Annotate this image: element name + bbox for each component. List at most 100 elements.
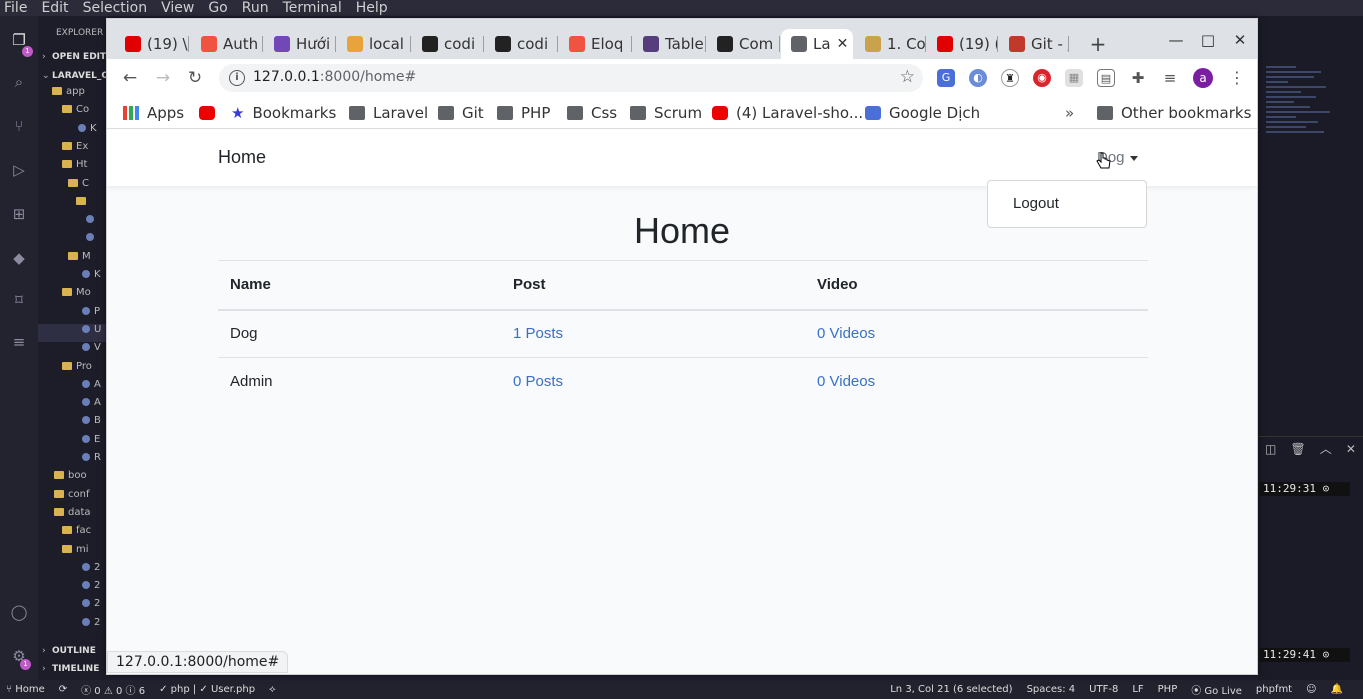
tab[interactable]: Hưới: [264, 29, 336, 59]
problems-status[interactable]: ⓧ 0 ⚠ 0 ⓘ 6: [81, 682, 145, 697]
tree-file[interactable]: 2: [38, 598, 106, 616]
search-icon[interactable]: ⌕: [9, 72, 29, 92]
split-terminal-icon[interactable]: ◫: [1265, 442, 1276, 456]
go-live-button[interactable]: ⦿ Go Live: [1191, 682, 1242, 697]
tree-file[interactable]: R: [38, 452, 106, 470]
navbar-brand[interactable]: Home: [218, 147, 266, 168]
bookmark-google-translate[interactable]: Google Dịch: [865, 103, 980, 123]
tree-folder[interactable]: mi: [38, 544, 106, 562]
menu-edit[interactable]: Edit: [41, 0, 68, 16]
tree-file[interactable]: K: [38, 269, 106, 287]
timeline-section[interactable]: › TIMELINE: [42, 664, 99, 674]
tree-folder[interactable]: app: [38, 86, 106, 104]
tab[interactable]: codi: [485, 29, 558, 59]
tree-folder[interactable]: Mo: [38, 287, 106, 305]
tree-file[interactable]: V: [38, 342, 106, 360]
source-control-icon[interactable]: ⑂: [9, 116, 29, 136]
bookmark-star-icon[interactable]: ☆: [900, 67, 915, 87]
posts-link[interactable]: 0 Posts: [513, 373, 563, 390]
close-tab-icon[interactable]: ✕: [837, 36, 849, 52]
bookmark-laravel-shop[interactable]: (4) Laravel-sho...: [712, 103, 863, 123]
tree-folder[interactable]: Co: [38, 104, 106, 122]
bookmark-laravel[interactable]: Laravel: [349, 103, 428, 123]
tab[interactable]: (19) (: [927, 29, 998, 59]
close-panel-icon[interactable]: ✕: [1346, 442, 1356, 456]
tab[interactable]: (19) \: [115, 29, 189, 59]
tree-folder[interactable]: [38, 196, 106, 214]
maximize-button[interactable]: □: [1197, 29, 1219, 51]
tree-file[interactable]: 2: [38, 580, 106, 598]
tree-file[interactable]: [38, 214, 106, 232]
extensions-puzzle-icon[interactable]: ✚: [1129, 69, 1147, 87]
extension-icon-6[interactable]: ▤: [1097, 69, 1115, 87]
language-file-status[interactable]: ✓ php | ✓ User.php: [159, 684, 255, 695]
chrome-menu-icon[interactable]: ⋮: [1229, 67, 1245, 89]
other-bookmarks[interactable]: Other bookmarks: [1097, 103, 1251, 123]
menu-file[interactable]: File: [4, 0, 27, 16]
menu-selection[interactable]: Selection: [83, 0, 148, 16]
tab[interactable]: local: [337, 29, 411, 59]
tree-folder[interactable]: Ex: [38, 141, 106, 159]
extension-icon-4[interactable]: ◉: [1033, 69, 1051, 87]
tree-folder[interactable]: Ht: [38, 159, 106, 177]
profile-avatar[interactable]: a: [1193, 68, 1213, 88]
tree-folder[interactable]: boo: [38, 470, 106, 488]
eol-status[interactable]: LF: [1132, 684, 1143, 695]
extension-icon-3[interactable]: ♜: [1001, 69, 1019, 87]
forward-button[interactable]: →: [152, 67, 174, 89]
tree-file[interactable]: A: [38, 397, 106, 415]
extension-icon-5[interactable]: ▦: [1065, 69, 1083, 87]
tab-active[interactable]: La ✕: [781, 29, 853, 59]
feedback-icon[interactable]: ☺: [1306, 684, 1316, 695]
open-editors-section[interactable]: ›OPEN EDITO: [42, 52, 106, 62]
formatter-status[interactable]: phpfmt: [1256, 684, 1292, 695]
sync-icon[interactable]: ⟳: [59, 684, 67, 695]
extensions-icon[interactable]: ⊞: [9, 204, 29, 224]
tree-file[interactable]: 2: [38, 617, 106, 635]
menu-help[interactable]: Help: [356, 0, 388, 16]
tab[interactable]: Auth: [191, 29, 263, 59]
docker-icon[interactable]: ◆: [9, 248, 29, 268]
bookmark-php[interactable]: PHP: [497, 103, 550, 123]
minimap[interactable]: [1266, 66, 1361, 186]
indent-status[interactable]: Spaces: 4: [1027, 684, 1076, 695]
tree-file[interactable]: [38, 232, 106, 250]
cursor-position-status[interactable]: Ln 3, Col 21 (6 selected): [890, 684, 1012, 695]
menu-go[interactable]: Go: [208, 0, 227, 16]
tab[interactable]: Table: [633, 29, 706, 59]
close-window-button[interactable]: ✕: [1229, 29, 1251, 51]
chevron-up-icon[interactable]: ︿: [1320, 440, 1332, 457]
menu-terminal[interactable]: Terminal: [283, 0, 342, 16]
tab[interactable]: codi: [412, 29, 484, 59]
menu-run[interactable]: Run: [242, 0, 269, 16]
tab[interactable]: 1. Co: [855, 29, 926, 59]
language-mode-status[interactable]: PHP: [1158, 684, 1178, 695]
tab[interactable]: Git - /: [999, 29, 1069, 59]
tree-file[interactable]: A: [38, 379, 106, 397]
reload-button[interactable]: ↻: [184, 67, 206, 89]
tree-file[interactable]: U: [38, 323, 106, 342]
bookmark-git[interactable]: Git: [438, 103, 484, 123]
encoding-status[interactable]: UTF-8: [1089, 684, 1118, 695]
tree-folder[interactable]: C: [38, 178, 106, 196]
extension-icon-2[interactable]: ◐: [969, 69, 987, 87]
database-icon[interactable]: ≡: [9, 332, 29, 352]
menu-view[interactable]: View: [161, 0, 194, 16]
new-tab-button[interactable]: +: [1085, 31, 1111, 57]
tree-file[interactable]: P: [38, 306, 106, 324]
tree-folder[interactable]: M: [38, 251, 106, 269]
tree-folder[interactable]: fac: [38, 525, 106, 543]
outline-section[interactable]: › OUTLINE: [42, 646, 96, 656]
branch-status[interactable]: ⑂ Home: [6, 684, 45, 695]
run-debug-icon[interactable]: ▷: [9, 160, 29, 180]
bookmark-youtube-1[interactable]: [199, 103, 223, 123]
translate-extension-icon[interactable]: G: [937, 69, 955, 87]
videos-link[interactable]: 0 Videos: [817, 373, 875, 390]
tree-folder[interactable]: conf: [38, 489, 106, 507]
media-control-icon[interactable]: ≡: [1161, 69, 1179, 87]
tree-file[interactable]: E: [38, 434, 106, 452]
minimize-button[interactable]: —: [1165, 29, 1187, 51]
git-graph-icon[interactable]: ⟡: [269, 684, 276, 695]
bookmark-icon[interactable]: ⌑: [9, 290, 29, 310]
address-bar[interactable]: i 127.0.0.1:8000/home# ☆: [219, 64, 923, 92]
